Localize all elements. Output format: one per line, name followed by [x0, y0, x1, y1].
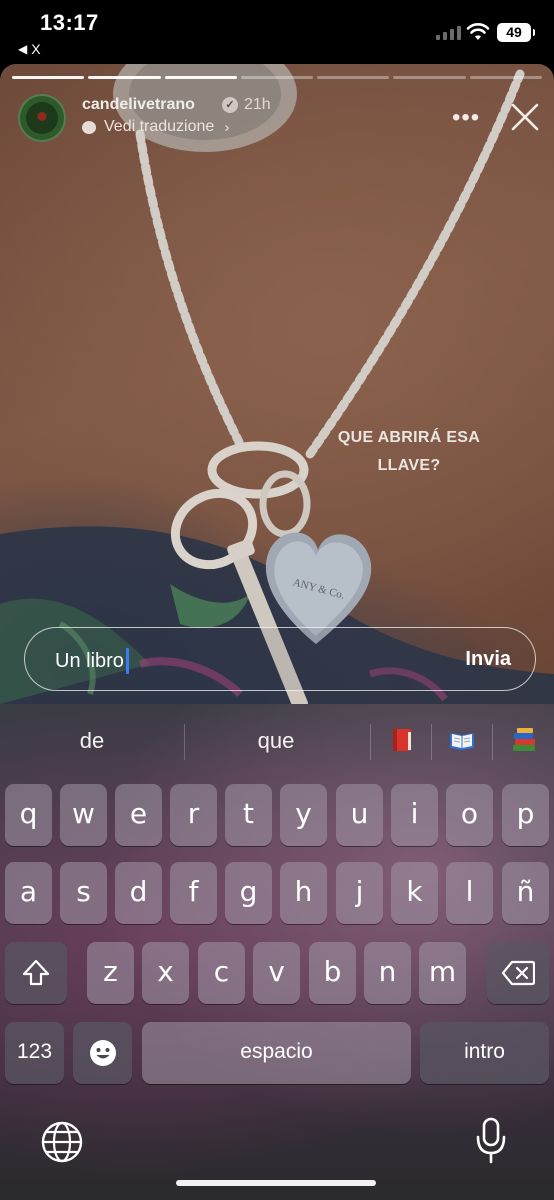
progress-segment [12, 76, 85, 79]
open-book-emoji[interactable] [448, 726, 476, 754]
reply-input[interactable]: Un libro [55, 648, 129, 674]
space-key[interactable]: espacio [142, 1022, 411, 1084]
key-s[interactable]: s [60, 862, 107, 924]
key-i[interactable]: i [391, 784, 438, 846]
return-key[interactable]: intro [420, 1022, 549, 1084]
story-username[interactable]: candelivetrano [82, 96, 195, 114]
key-n-tilde[interactable]: ñ [502, 862, 549, 924]
suggestion-divider [370, 724, 371, 760]
key-d[interactable]: d [115, 862, 162, 924]
key-u[interactable]: u [336, 784, 383, 846]
story-photo: ANY & Co. [0, 64, 554, 704]
story-caption: QUE ABRIRÁ ESA LLAVE? [337, 429, 481, 474]
key-c[interactable]: c [198, 942, 245, 1004]
progress-segment [469, 76, 542, 79]
progress-segment [393, 76, 466, 79]
key-p[interactable]: p [502, 784, 549, 846]
key-z[interactable]: z [87, 942, 134, 1004]
suggestion-que[interactable]: que [224, 728, 328, 754]
verified-badge-icon: ✓ [222, 97, 238, 113]
progress-segment [240, 76, 314, 79]
home-indicator[interactable] [176, 1180, 376, 1186]
back-app-label: X [31, 41, 41, 57]
chevron-right-icon: › [224, 118, 230, 136]
translate-label: Vedi traduzione [104, 118, 215, 135]
key-q[interactable]: q [5, 784, 52, 846]
speech-bubble-icon [82, 120, 96, 134]
shift-key[interactable] [5, 942, 67, 1004]
key-k[interactable]: k [391, 862, 438, 924]
avatar[interactable] [18, 94, 66, 142]
story-progress-bar [12, 76, 542, 79]
story-viewer[interactable]: ANY & Co. candelivetrano ✓ 21h Vedi trad… [0, 64, 554, 704]
story-time-ago: 21h [244, 96, 271, 113]
progress-segment [88, 76, 161, 79]
numbers-key[interactable]: 123 [5, 1022, 64, 1084]
key-v[interactable]: v [253, 942, 300, 1004]
progress-segment [317, 76, 390, 79]
emoji-key[interactable] [73, 1022, 132, 1084]
key-h[interactable]: h [280, 862, 327, 924]
wifi-icon [466, 23, 490, 40]
text-cursor [125, 648, 129, 674]
books-stack-emoji[interactable] [510, 726, 538, 754]
backspace-key[interactable] [487, 942, 549, 1004]
suggestion-divider [431, 724, 432, 760]
suggestion-divider [184, 724, 185, 760]
key-n[interactable]: n [364, 942, 411, 1004]
back-triangle-icon: ◀ [18, 42, 28, 56]
battery-icon: 49 [497, 23, 535, 42]
predictive-bar: de que [0, 704, 554, 780]
backspace-icon [501, 960, 536, 986]
suggestion-de[interactable]: de [40, 728, 144, 754]
key-l[interactable]: l [446, 862, 493, 924]
key-e[interactable]: e [115, 784, 162, 846]
key-f[interactable]: f [170, 862, 217, 924]
send-button[interactable]: Invia [465, 648, 511, 671]
shift-arrow-icon [22, 959, 50, 986]
key-w[interactable]: w [60, 784, 107, 846]
translate-link[interactable]: Vedi traduzione › [82, 118, 229, 136]
microphone-icon[interactable] [474, 1116, 508, 1166]
key-y[interactable]: y [280, 784, 327, 846]
progress-segment [164, 76, 237, 79]
suggestion-divider [492, 724, 493, 760]
status-time: 13:17 [40, 10, 99, 35]
close-icon[interactable] [508, 100, 542, 134]
reply-input-text: Un libro [55, 649, 124, 672]
back-to-app-link[interactable]: ◀ X [18, 41, 41, 57]
key-a[interactable]: a [5, 862, 52, 924]
more-options-icon[interactable]: ••• [452, 104, 480, 132]
key-g[interactable]: g [225, 862, 272, 924]
key-m[interactable]: m [419, 942, 466, 1004]
key-r[interactable]: r [170, 784, 217, 846]
key-t[interactable]: t [225, 784, 272, 846]
status-bar: 13:17 ◀ X 49 [0, 0, 554, 64]
keyboard: de que q w e r t y u i o p a s d f g h j… [0, 704, 554, 1200]
red-book-emoji[interactable] [388, 726, 416, 754]
key-j[interactable]: j [336, 862, 383, 924]
key-o[interactable]: o [446, 784, 493, 846]
story-header: candelivetrano ✓ 21h Vedi traduzione › •… [18, 94, 539, 146]
reply-field[interactable]: Un libro Invia [24, 627, 536, 691]
globe-icon[interactable] [40, 1120, 84, 1164]
cellular-signal-icon [436, 26, 461, 40]
emoji-smiley-icon [89, 1040, 116, 1066]
key-b[interactable]: b [309, 942, 356, 1004]
key-x[interactable]: x [142, 942, 189, 1004]
